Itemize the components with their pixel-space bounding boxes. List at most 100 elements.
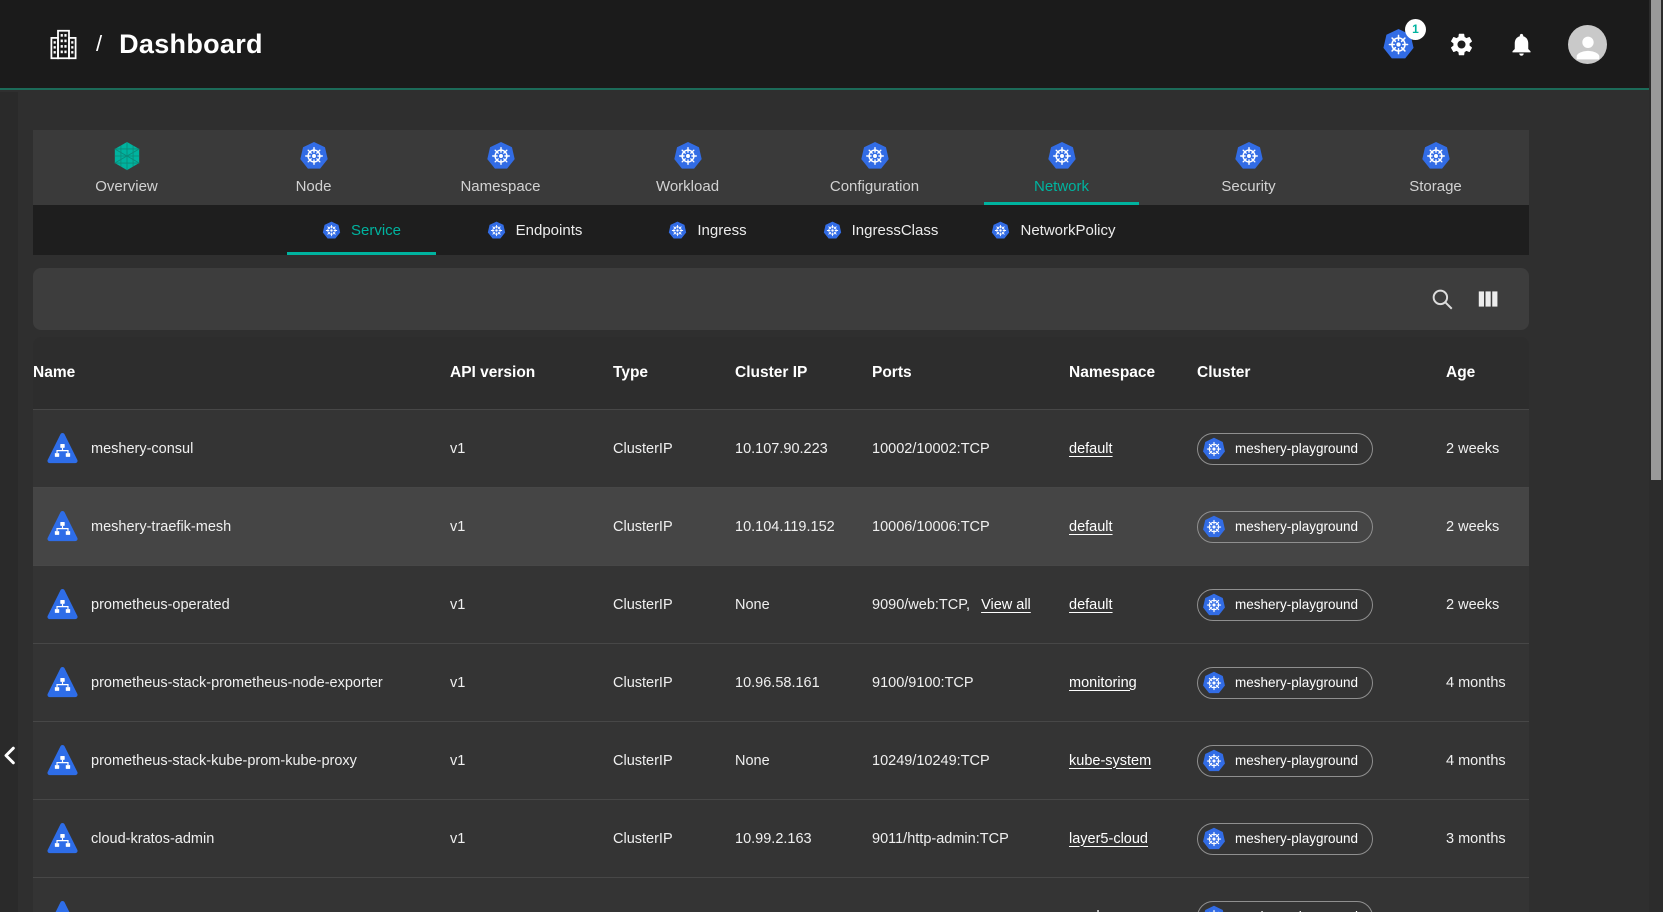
column-header[interactable]: Cluster IP	[735, 364, 872, 382]
notifications-button[interactable]	[1508, 31, 1535, 58]
age-cell: 2 weeks	[1446, 441, 1529, 457]
sub-tab-label: Service	[351, 222, 401, 239]
main-tab[interactable]: Network	[968, 130, 1155, 205]
sub-tab-label: NetworkPolicy	[1020, 222, 1115, 239]
main-tab[interactable]: Configuration	[781, 130, 968, 205]
cluster-ip-cell: 10.104.119.152	[735, 519, 872, 535]
table-row[interactable]: meshery-consul v1 ClusterIP 10.107.90.22…	[33, 409, 1529, 487]
table-row[interactable]: cloud-kratos-admin v1 ClusterIP 10.99.2.…	[33, 799, 1529, 877]
main-tab-label: Network	[1034, 178, 1089, 195]
api-version-cell: v1	[450, 519, 613, 535]
cluster-cell: meshery-playground	[1197, 511, 1446, 543]
type-cell: ClusterIP	[613, 597, 735, 613]
cluster-ip-cell: 10.107.90.223	[735, 441, 872, 457]
api-version-cell: v1	[450, 753, 613, 769]
search-button[interactable]	[1429, 286, 1455, 312]
table-toolbar	[33, 268, 1529, 330]
services-table: NameAPI versionTypeCluster IPPortsNamesp…	[33, 337, 1529, 912]
kubernetes-icon	[860, 141, 890, 171]
main-tab-label: Node	[296, 178, 332, 195]
cluster-chip[interactable]: meshery-playground	[1197, 901, 1373, 912]
namespace-link[interactable]: default	[1069, 597, 1113, 613]
namespace-cell: default	[1069, 441, 1197, 457]
column-header[interactable]: Ports	[872, 364, 1069, 382]
meshery-icon	[112, 141, 142, 171]
sub-tab[interactable]: NetworkPolicy	[967, 205, 1140, 255]
table-header-row: NameAPI versionTypeCluster IPPortsNamesp…	[33, 337, 1529, 409]
app-header: / Dashboard 1	[0, 0, 1663, 90]
cluster-chip[interactable]: meshery-playground	[1197, 589, 1373, 621]
cluster-chip[interactable]: meshery-playground	[1197, 667, 1373, 699]
ports-value: 9100/9100:TCP	[872, 675, 974, 691]
column-header[interactable]: Cluster	[1197, 364, 1446, 382]
main-tab[interactable]: Overview	[33, 130, 220, 205]
collapse-drawer-button[interactable]	[0, 742, 24, 769]
kubernetes-icon	[1202, 671, 1226, 695]
table-row[interactable]: meshery meshery-playground	[33, 877, 1529, 912]
main-tab-label: Overview	[95, 178, 158, 195]
table-row[interactable]: meshery-traefik-mesh v1 ClusterIP 10.104…	[33, 487, 1529, 565]
name-cell: prometheus-stack-kube-prom-kube-proxy	[33, 741, 450, 781]
ports-value: 10249/10249:TCP	[872, 753, 990, 769]
cluster-cell: meshery-playground	[1197, 823, 1446, 855]
main-tab-label: Configuration	[830, 178, 919, 195]
page-title: Dashboard	[119, 29, 263, 60]
column-header[interactable]: Namespace	[1069, 364, 1197, 382]
settings-button[interactable]	[1448, 31, 1475, 58]
sub-tab[interactable]: Ingress	[621, 205, 794, 255]
cluster-chip[interactable]: meshery-playground	[1197, 433, 1373, 465]
sub-tab[interactable]: Endpoints	[448, 205, 621, 255]
type-cell: ClusterIP	[613, 831, 735, 847]
service-icon	[47, 663, 78, 703]
ports-value: 10006/10006:TCP	[872, 519, 990, 535]
cluster-chip-label: meshery-playground	[1235, 753, 1358, 768]
namespace-link[interactable]: meshery	[1069, 909, 1125, 912]
ports-cell: 10006/10006:TCP	[872, 519, 1069, 535]
namespace-link[interactable]: kube-system	[1069, 753, 1151, 769]
name-cell: cloud-kratos-admin	[33, 819, 450, 859]
main-tab[interactable]: Namespace	[407, 130, 594, 205]
namespace-link[interactable]: default	[1069, 519, 1113, 535]
view-columns-button[interactable]	[1475, 286, 1501, 312]
column-header[interactable]: API version	[450, 364, 613, 382]
namespace-cell: default	[1069, 519, 1197, 535]
cluster-chip[interactable]: meshery-playground	[1197, 511, 1373, 543]
namespace-link[interactable]: layer5-cloud	[1069, 831, 1148, 847]
main-tab[interactable]: Workload	[594, 130, 781, 205]
kubernetes-icon	[486, 141, 516, 171]
user-avatar[interactable]	[1568, 25, 1607, 64]
main-tab[interactable]: Security	[1155, 130, 1342, 205]
namespace-link[interactable]: monitoring	[1069, 675, 1137, 691]
cluster-chip[interactable]: meshery-playground	[1197, 745, 1373, 777]
kubernetes-context-button[interactable]: 1	[1382, 28, 1415, 61]
view-all-ports-link[interactable]: View all	[981, 597, 1031, 613]
ports-value: 10002/10002:TCP	[872, 441, 990, 457]
api-version-cell: v1	[450, 597, 613, 613]
table-row[interactable]: prometheus-stack-prometheus-node-exporte…	[33, 643, 1529, 721]
namespace-link[interactable]: default	[1069, 441, 1113, 457]
column-header[interactable]: Age	[1446, 364, 1529, 382]
service-icon	[47, 585, 78, 625]
network-resource-subtabs: Service Endpoints Ingress IngressClass N…	[33, 205, 1529, 255]
kubernetes-icon	[991, 221, 1010, 240]
column-header[interactable]: Name	[33, 364, 450, 382]
table-row[interactable]: prometheus-operated v1 ClusterIP None 90…	[33, 565, 1529, 643]
service-name: meshery-traefik-mesh	[91, 519, 231, 535]
vertical-scrollbar[interactable]	[1649, 0, 1663, 912]
main-tab-label: Security	[1221, 178, 1275, 195]
cluster-ip-cell: None	[735, 597, 872, 613]
main-tab[interactable]: Node	[220, 130, 407, 205]
cluster-cell: meshery-playground	[1197, 433, 1446, 465]
search-icon	[1429, 286, 1455, 312]
column-header[interactable]: Type	[613, 364, 735, 382]
bell-icon	[1508, 31, 1535, 58]
kubernetes-icon	[1202, 827, 1226, 851]
sub-tab[interactable]: IngressClass	[794, 205, 967, 255]
cluster-chip-label: meshery-playground	[1235, 441, 1358, 456]
cluster-chip[interactable]: meshery-playground	[1197, 823, 1373, 855]
sub-tab[interactable]: Service	[275, 205, 448, 255]
main-tab[interactable]: Storage	[1342, 130, 1529, 205]
scrollbar-thumb[interactable]	[1651, 0, 1661, 480]
building-icon[interactable]	[48, 28, 79, 61]
table-row[interactable]: prometheus-stack-kube-prom-kube-proxy v1…	[33, 721, 1529, 799]
